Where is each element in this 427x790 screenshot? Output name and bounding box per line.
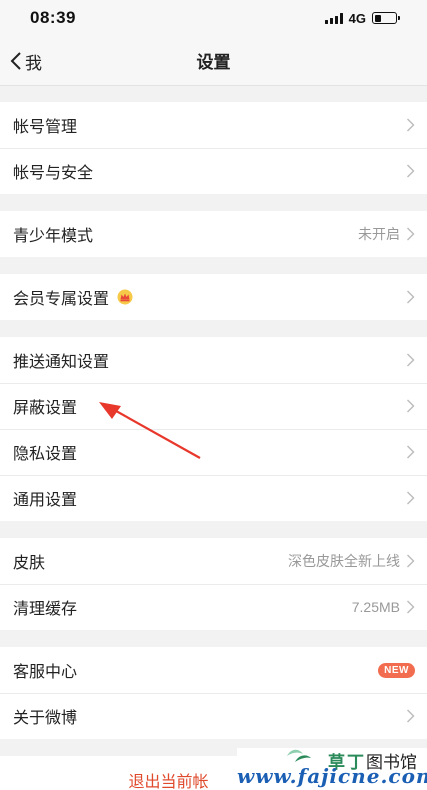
settings-item-label: 会员专属设置: [13, 291, 110, 308]
settings-item-label: 屏蔽设置: [13, 400, 78, 417]
battery-level: [374, 14, 381, 22]
chevron-left-icon: [10, 52, 21, 70]
cache-size: 7.25MB: [351, 599, 400, 615]
settings-item-clear-cache[interactable]: 清理缓存 7.25MB: [0, 584, 427, 630]
chevron-right-icon: [407, 445, 415, 459]
skin-promo-text: 深色皮肤全新上线: [288, 553, 400, 569]
network-type: 4G: [348, 10, 366, 26]
chevron-right-icon: [407, 227, 415, 241]
watermark-url: www.fajicne.com: [237, 764, 427, 788]
settings-item-label: 清理缓存: [13, 601, 78, 618]
settings-item-account-security[interactable]: 帐号与安全: [0, 148, 427, 194]
status-indicators: 4G: [324, 10, 400, 26]
settings-item-vip[interactable]: 会员专属设置: [0, 274, 427, 320]
settings-item-label: 皮肤: [13, 555, 46, 572]
settings-item-label: 隐私设置: [13, 446, 78, 463]
settings-item-block[interactable]: 屏蔽设置: [0, 383, 427, 429]
status-time: 08:39: [30, 8, 76, 27]
chevron-right-icon: [407, 399, 415, 413]
settings-item-label: 关于微博: [13, 710, 78, 727]
settings-item-label: 帐号与安全: [13, 165, 94, 182]
crown-icon: [117, 289, 133, 305]
settings-group-general: 推送通知设置 屏蔽设置 隐私设置 通用设置: [0, 337, 427, 521]
settings-item-push-notifications[interactable]: 推送通知设置: [0, 337, 427, 383]
settings-group-vip: 会员专属设置: [0, 274, 427, 320]
chevron-right-icon: [407, 353, 415, 367]
status-bar: 08:39 4G: [0, 0, 427, 36]
signal-icon: [324, 12, 343, 24]
settings-group-youth: 青少年模式 未开启: [0, 211, 427, 257]
settings-item-label: 客服中心: [13, 664, 78, 681]
logout-label: 退出当前帐: [128, 774, 209, 790]
chevron-right-icon: [407, 290, 415, 304]
new-badge: NEW: [378, 662, 415, 678]
watermark-logo-icon: [287, 749, 311, 762]
settings-item-customer-service[interactable]: 客服中心 NEW: [0, 647, 427, 693]
youth-mode-status: 未开启: [358, 226, 400, 242]
settings-item-label: 推送通知设置: [13, 354, 110, 371]
settings-item-general[interactable]: 通用设置: [0, 475, 427, 521]
chevron-right-icon: [407, 600, 415, 614]
chevron-right-icon: [407, 554, 415, 568]
page-title: 设置: [196, 53, 231, 72]
settings-item-privacy[interactable]: 隐私设置: [0, 429, 427, 475]
settings-item-account-management[interactable]: 帐号管理: [0, 102, 427, 148]
chevron-right-icon: [407, 491, 415, 505]
battery-icon: [372, 12, 400, 24]
back-button[interactable]: 我: [10, 36, 42, 86]
settings-item-label: 青少年模式: [13, 228, 94, 245]
nav-bar: 我 设置: [0, 36, 427, 86]
chevron-right-icon: [407, 164, 415, 178]
back-label: 我: [25, 53, 42, 73]
settings-item-label: 通用设置: [13, 492, 78, 509]
settings-item-skin[interactable]: 皮肤 深色皮肤全新上线: [0, 538, 427, 584]
chevron-right-icon: [407, 709, 415, 723]
settings-group-help: 客服中心 NEW 关于微博: [0, 647, 427, 739]
settings-group-appearance: 皮肤 深色皮肤全新上线 清理缓存 7.25MB: [0, 538, 427, 630]
watermark: 草 丁 图书馆 www.fajicne.com: [237, 748, 427, 790]
settings-item-youth-mode[interactable]: 青少年模式 未开启: [0, 211, 427, 257]
chevron-right-icon: [407, 118, 415, 132]
settings-item-label: 帐号管理: [13, 119, 78, 136]
settings-group-account: 帐号管理 帐号与安全: [0, 102, 427, 194]
settings-item-label-wrap: 会员专属设置: [13, 285, 406, 309]
settings-item-about[interactable]: 关于微博: [0, 693, 427, 739]
